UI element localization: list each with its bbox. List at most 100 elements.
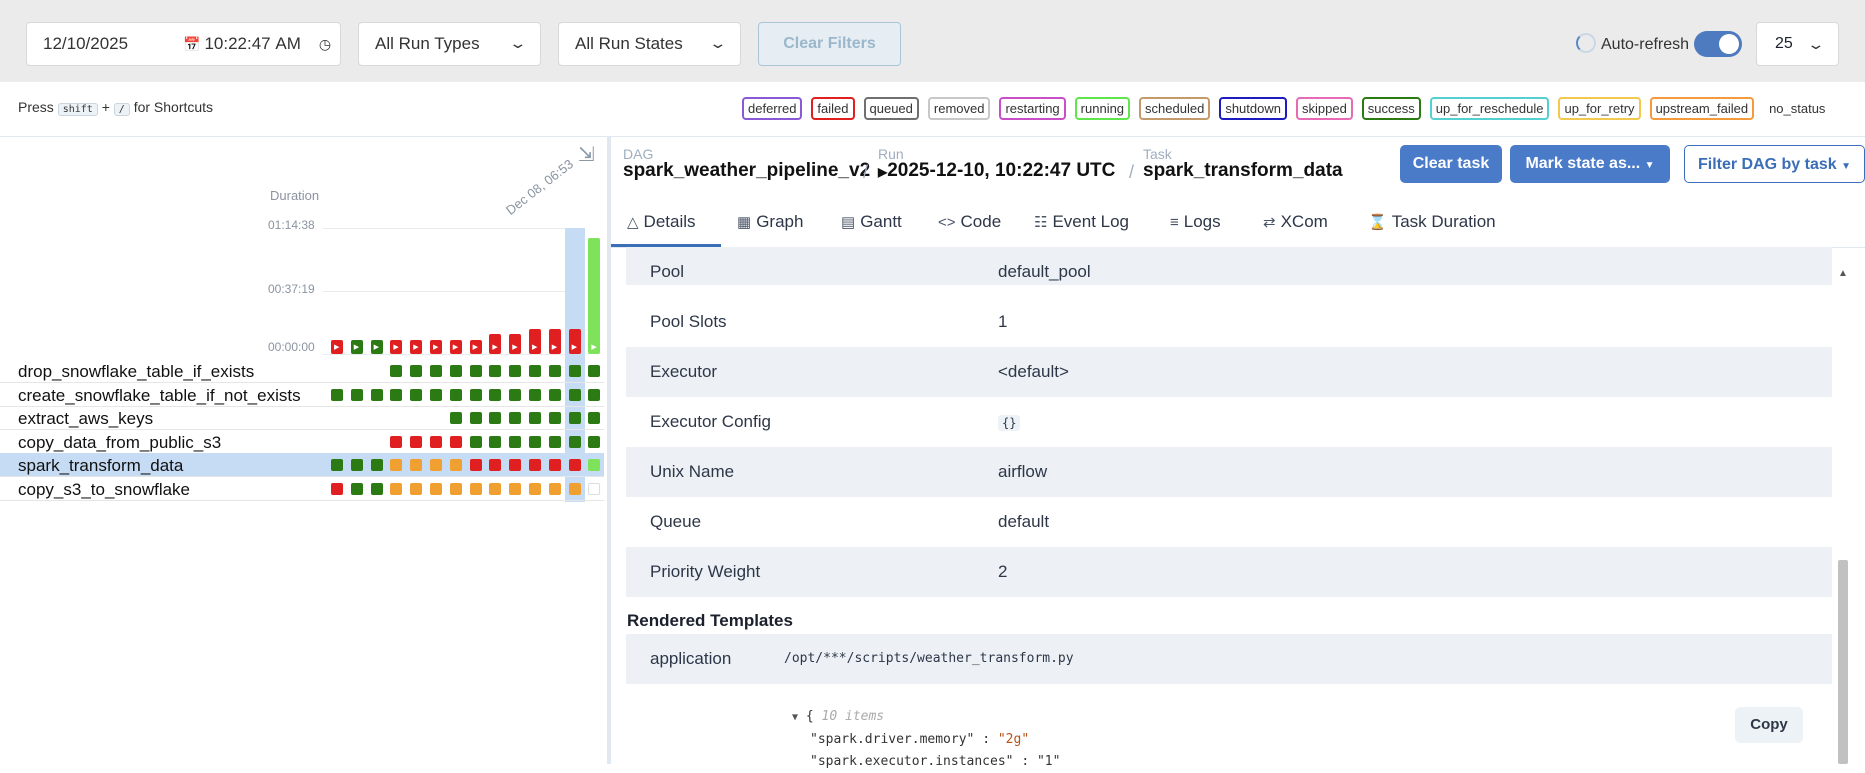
task-row[interactable]: copy_data_from_public_s3 [0, 430, 604, 454]
task-row[interactable]: extract_aws_keys [0, 406, 604, 430]
run-bar[interactable]: ▶ [449, 340, 462, 354]
base-date-input[interactable]: 12/10/2025 📅 10:22:47 AM ◷ [26, 22, 341, 66]
filter-dag-button[interactable]: Filter DAG by task ▼ [1684, 145, 1865, 183]
task-instance-square[interactable] [509, 365, 522, 377]
task-instance-square[interactable] [529, 365, 541, 377]
task-instance-square[interactable] [588, 482, 601, 495]
run-bar[interactable]: ▶ [390, 340, 403, 354]
task-instance-square[interactable] [529, 482, 541, 495]
task-instance-square[interactable] [548, 365, 561, 377]
task-instance-square[interactable] [469, 482, 482, 495]
task-instance-square[interactable] [449, 412, 462, 424]
caret-down-icon[interactable]: ▼ [792, 712, 798, 723]
run-types-select[interactable]: All Run Types ⌄ [358, 22, 541, 66]
task-instance-square[interactable] [390, 482, 403, 495]
task-instance-square[interactable] [509, 412, 522, 424]
tab-event-log[interactable]: ☷ Event Log [1034, 212, 1129, 232]
task-instance-square[interactable] [469, 412, 482, 424]
task-instance-square[interactable] [430, 435, 442, 448]
task-instance-square[interactable] [410, 482, 423, 495]
task-instance-square[interactable] [430, 365, 442, 377]
task-instance-square[interactable] [390, 435, 403, 448]
task-instance-square[interactable] [449, 365, 462, 377]
task-row[interactable]: create_snowflake_table_if_not_exists [0, 383, 604, 407]
run-bar[interactable]: ▶ [430, 340, 442, 354]
task-instance-square[interactable] [568, 388, 581, 401]
task-instance-square[interactable] [390, 459, 403, 471]
task-instance-square[interactable] [350, 459, 363, 471]
details-scrollbar[interactable]: ▲ [1836, 260, 1850, 764]
task-instance-square[interactable] [489, 388, 502, 401]
task-instance-square[interactable] [350, 388, 363, 401]
run-bar[interactable]: ▶ [331, 340, 343, 354]
task-instance-square[interactable] [588, 365, 601, 377]
task-instance-square[interactable] [370, 459, 383, 471]
task-instance-square[interactable] [489, 365, 502, 377]
task-instance-square[interactable] [509, 388, 522, 401]
clear-filters-button[interactable]: Clear Filters [758, 22, 901, 66]
task-row[interactable]: spark_transform_data [0, 453, 604, 477]
run-bar[interactable]: ▶ [509, 334, 522, 354]
legend-chip-up-for-reschedule[interactable]: up_for_reschedule [1429, 97, 1550, 120]
clock-icon[interactable]: ◷ [319, 36, 331, 53]
task-instance-square[interactable] [469, 365, 482, 377]
task-instance-square[interactable] [390, 388, 403, 401]
task-row[interactable]: drop_snowflake_table_if_exists [0, 359, 604, 383]
task-instance-square[interactable] [430, 459, 442, 471]
task-instance-square[interactable] [469, 459, 482, 471]
legend-chip-upstream-failed[interactable]: upstream_failed [1649, 97, 1755, 120]
task-instance-square[interactable] [548, 388, 561, 401]
task-instance-square[interactable] [449, 459, 462, 471]
task-instance-square[interactable] [489, 435, 502, 448]
task-instance-square[interactable] [568, 412, 581, 424]
legend-chip-scheduled[interactable]: scheduled [1139, 97, 1211, 120]
task-instance-square[interactable] [568, 482, 581, 495]
run-bar[interactable]: ▶ [410, 340, 423, 354]
legend-chip-failed[interactable]: failed [811, 97, 855, 120]
run-bar[interactable]: ▶ [489, 334, 502, 354]
task-instance-square[interactable] [548, 482, 561, 495]
legend-chip-no-status[interactable]: no_status [1763, 97, 1831, 120]
task-instance-square[interactable] [489, 459, 502, 471]
task-instance-square[interactable] [529, 412, 541, 424]
task-instance-square[interactable] [430, 388, 442, 401]
clear-task-button[interactable]: Clear task [1400, 145, 1502, 183]
task-instance-square[interactable] [350, 482, 363, 495]
legend-chip-removed[interactable]: removed [927, 97, 991, 120]
run-bar[interactable]: ▶ [529, 329, 541, 354]
tab-logs[interactable]: ≡ Logs [1170, 212, 1221, 232]
legend-chip-running[interactable]: running [1074, 97, 1131, 120]
task-instance-square[interactable] [588, 388, 601, 401]
legend-chip-restarting[interactable]: restarting [999, 97, 1066, 120]
task-instance-square[interactable] [331, 388, 343, 401]
task-instance-square[interactable] [548, 435, 561, 448]
run-bar[interactable]: ▶ [370, 340, 383, 354]
legend-chip-queued[interactable]: queued [863, 97, 919, 120]
task-instance-square[interactable] [568, 365, 581, 377]
breadcrumb-run[interactable]: Run ▶2025-12-10, 10:22:47 UTC [878, 146, 1115, 182]
task-instance-square[interactable] [449, 388, 462, 401]
run-bar[interactable]: ▶ [350, 340, 363, 354]
task-instance-square[interactable] [588, 412, 601, 424]
legend-chip-skipped[interactable]: skipped [1295, 97, 1353, 120]
run-bar[interactable]: ▶ [568, 329, 581, 354]
scroll-up-icon[interactable]: ▲ [1838, 268, 1848, 279]
scrollbar-thumb[interactable] [1838, 560, 1848, 764]
legend-chip-up-for-retry[interactable]: up_for_retry [1558, 97, 1641, 120]
tab-gantt[interactable]: ▤ Gantt [841, 212, 902, 232]
task-instance-square[interactable] [529, 388, 541, 401]
legend-chip-success[interactable]: success [1361, 97, 1421, 120]
task-instance-square[interactable] [390, 365, 403, 377]
task-instance-square[interactable] [331, 482, 343, 495]
calendar-icon[interactable]: 📅 [183, 36, 200, 53]
collapse-icon[interactable]: ⇲ [578, 142, 595, 167]
task-instance-square[interactable] [548, 412, 561, 424]
run-bar[interactable]: ▶ [469, 340, 482, 354]
task-instance-square[interactable] [529, 435, 541, 448]
tab-details[interactable]: △ Details [627, 212, 696, 232]
task-instance-square[interactable] [410, 459, 423, 471]
task-instance-square[interactable] [469, 388, 482, 401]
task-instance-square[interactable] [489, 412, 502, 424]
task-instance-square[interactable] [370, 388, 383, 401]
tab-xcom[interactable]: ⇄ XCom [1263, 212, 1328, 232]
